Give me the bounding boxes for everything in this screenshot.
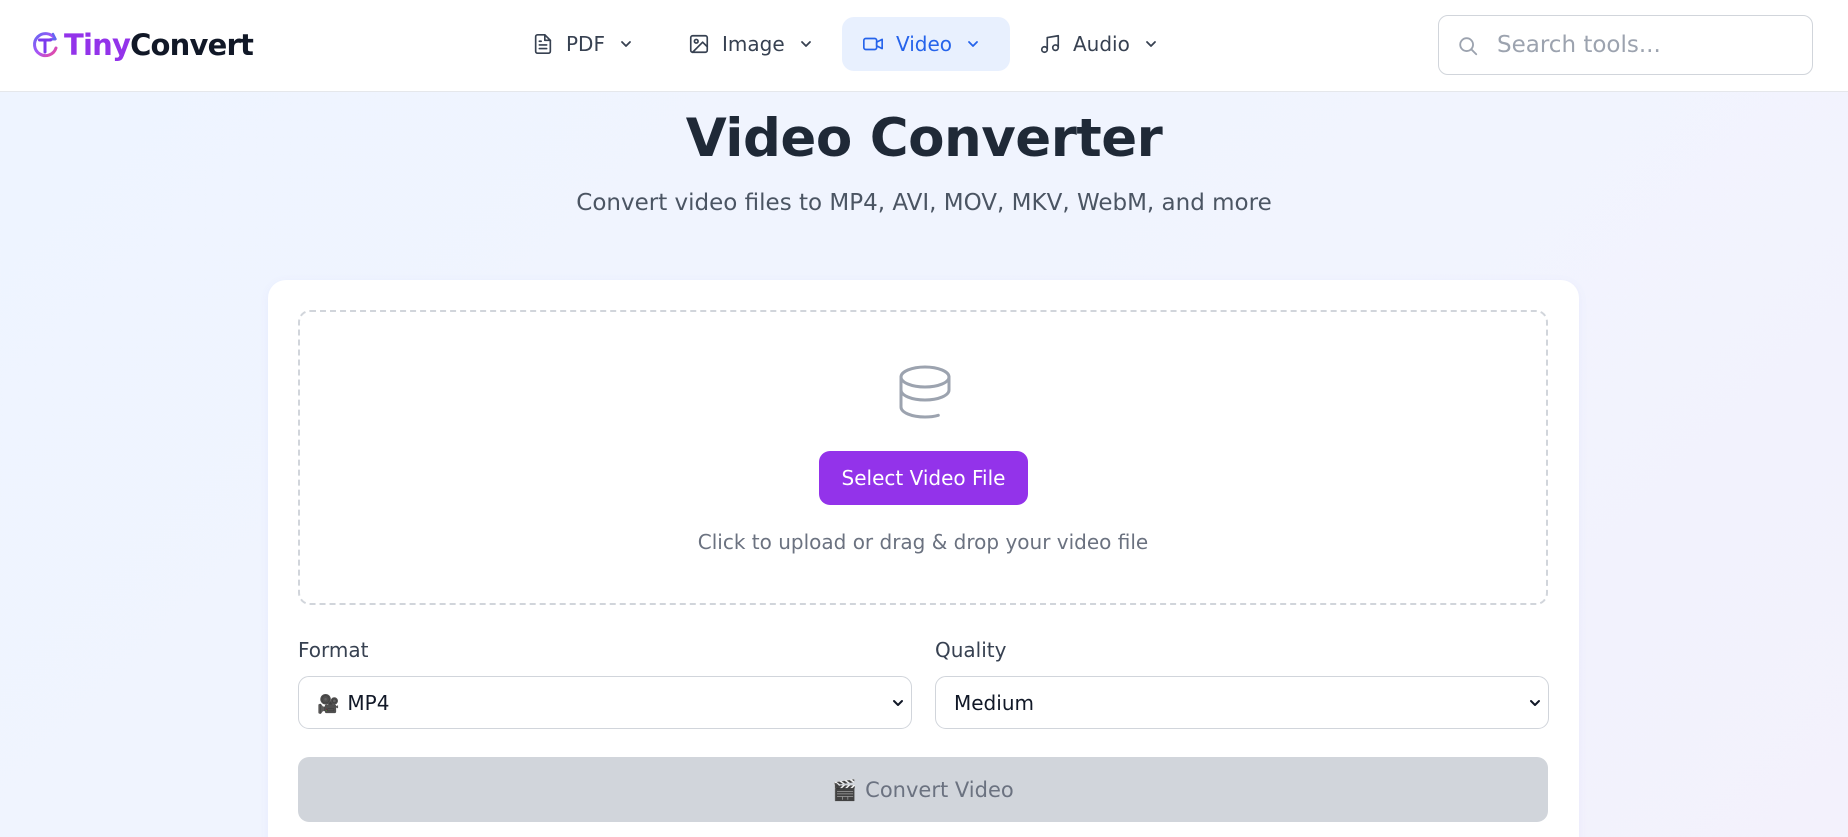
search-input[interactable]: [1497, 24, 1797, 66]
page-title: Video Converter: [685, 108, 1163, 169]
file-text-icon: [534, 34, 552, 54]
format-select-value: MP4: [347, 691, 390, 715]
movie-camera-icon: 🎥: [317, 694, 340, 715]
brand-logo[interactable]: TinyConvert: [30, 26, 254, 64]
top-navbar: TinyConvert PDF Image Video Audio Search…: [0, 0, 1848, 92]
chevron-down-icon: [893, 700, 903, 706]
nav-audio[interactable]: Audio: [1019, 17, 1179, 71]
format-select[interactable]: 🎥 MP4: [298, 676, 912, 729]
nav-audio-label: Audio: [1073, 32, 1130, 56]
convert-video-button[interactable]: 🎬 Convert Video: [298, 757, 1548, 822]
chevron-down-icon: [800, 41, 811, 47]
converter-card: Select Video File Click to upload or dra…: [268, 280, 1579, 837]
music-note-icon: [1040, 34, 1060, 54]
brand-name-tiny: Tiny: [64, 28, 131, 62]
image-icon: [689, 34, 709, 54]
convert-video-label: Convert Video: [865, 777, 1014, 802]
upload-hint: Click to upload or drag & drop your vide…: [697, 530, 1149, 554]
quality-select-value: Medium: [954, 691, 1034, 715]
quality-label: Quality: [935, 638, 1007, 662]
select-video-file-button[interactable]: Select Video File: [819, 451, 1028, 505]
nav-image[interactable]: Image: [668, 17, 828, 71]
nav-video-label: Video: [896, 32, 953, 56]
nav-image-label: Image: [722, 32, 785, 56]
chevron-down-icon: [1145, 41, 1156, 47]
database-icon: [899, 365, 951, 419]
chevron-down-icon: [621, 41, 631, 47]
format-label: Format: [298, 638, 369, 662]
search-box: [1438, 15, 1813, 75]
upload-dropzone[interactable]: Select Video File Click to upload or dra…: [298, 310, 1548, 605]
brand-name-convert: Convert: [130, 28, 254, 62]
video-camera-icon: [863, 37, 883, 51]
chevron-down-icon: [968, 41, 978, 47]
chevron-down-icon: [1530, 700, 1540, 706]
clapperboard-icon: 🎬: [832, 777, 858, 802]
nav-pdf-label: PDF: [566, 32, 605, 56]
search-icon: [1459, 37, 1478, 56]
nav-video[interactable]: Video: [842, 17, 1010, 71]
tinyconvert-logo-icon: [33, 32, 58, 58]
nav-pdf[interactable]: PDF: [512, 17, 662, 71]
page-subtitle: Convert video files to MP4, AVI, MOV, MK…: [576, 190, 1272, 216]
quality-select[interactable]: Medium: [935, 676, 1549, 729]
